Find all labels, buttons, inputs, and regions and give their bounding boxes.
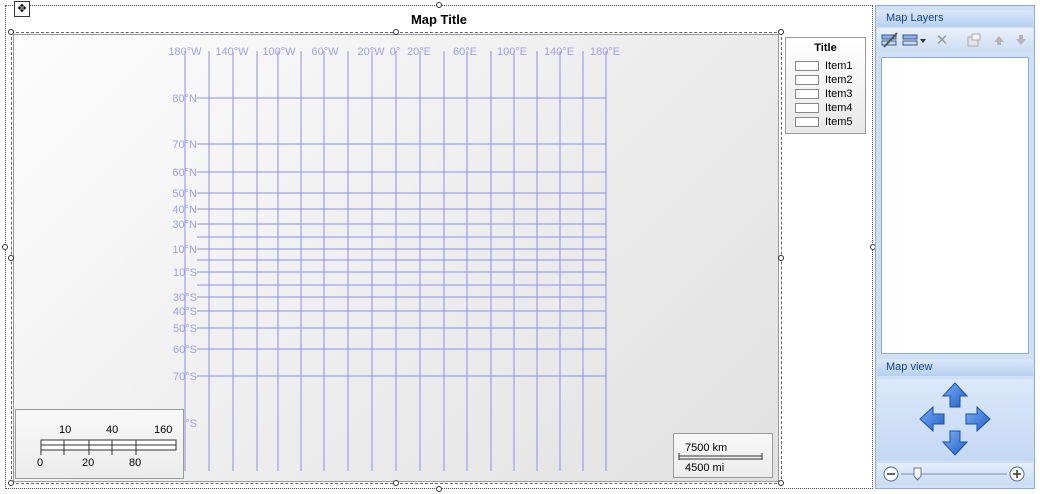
scale-text-box[interactable]: 7500 km 4500 mi [673, 433, 773, 478]
legend-item: Item3 [795, 88, 853, 100]
layer-settings-icon[interactable] [965, 31, 983, 49]
pan-arrows [919, 382, 991, 456]
legend-item: Item1 [795, 60, 853, 72]
resize-handle[interactable] [8, 29, 14, 35]
scale-bottom-label: 20 [82, 457, 95, 469]
zoom-slider-handle[interactable] [912, 466, 924, 482]
legend-item-label: Item5 [825, 116, 853, 128]
legend-item: Item4 [795, 102, 853, 114]
resize-handle[interactable] [393, 29, 399, 35]
resize-handle[interactable] [436, 2, 442, 8]
layer-list[interactable] [881, 57, 1029, 354]
legend-swatch [795, 89, 819, 99]
pan-right-arrow [965, 405, 991, 433]
scale-bottom-label: 0 [37, 457, 44, 469]
scale-bar[interactable]: 10 40 160 0 20 80 [15, 409, 184, 479]
layers-toolbar: ✕ [877, 28, 1033, 52]
legend-swatch [795, 61, 819, 71]
map-layers-header: Map Layers [877, 10, 1033, 27]
zoom-out-button[interactable] [883, 466, 899, 482]
legend-item-label: Item3 [825, 88, 853, 100]
legend-item: Item2 [795, 74, 853, 86]
legend-title: Title [814, 42, 837, 54]
legend-item-label: Item1 [825, 60, 853, 72]
map-layers-panel: Map Layers ✕ Map view [875, 5, 1035, 489]
legend-item-label: Item2 [825, 74, 853, 86]
move-up-icon[interactable] [992, 31, 1006, 49]
resize-handle[interactable] [393, 480, 399, 486]
resize-handle[interactable] [778, 255, 784, 261]
scale-bar-graphic [40, 439, 177, 455]
zoom-in-button[interactable] [1009, 466, 1025, 482]
scale-bottom-label: 80 [129, 457, 142, 469]
legend-swatch [795, 103, 819, 113]
pan-down-arrow [941, 430, 969, 456]
resize-handle[interactable] [2, 244, 8, 250]
scale-mi-text: 4500 mi [685, 462, 725, 474]
legend-swatch [795, 117, 819, 127]
add-layer-icon[interactable] [902, 31, 928, 49]
zoom-bar [877, 463, 1033, 485]
legend-item: Item5 [795, 116, 853, 128]
legend-box[interactable]: Title Item1 Item2 Item3 Item4 Item5 [785, 37, 866, 134]
resize-handle[interactable] [436, 486, 442, 492]
resize-handle[interactable] [8, 480, 14, 486]
move-down-icon[interactable] [1014, 31, 1028, 49]
map-title[interactable]: Map Title [0, 12, 878, 27]
resize-handle[interactable] [778, 480, 784, 486]
layout-canvas[interactable]: ✥ Map Title 180°W 140°W 100°W 60°W 20°W 0° 20°… [0, 0, 878, 494]
scale-top-label: 10 [59, 424, 72, 436]
scale-top-label: 160 [154, 424, 173, 436]
layer-properties-icon[interactable] [880, 31, 900, 49]
resize-handle[interactable] [778, 29, 784, 35]
map-view-nav [877, 379, 1033, 461]
map-view-header: Map view [877, 359, 1033, 376]
remove-layer-icon[interactable]: ✕ [933, 31, 951, 49]
scale-top-label: 40 [106, 424, 119, 436]
pan-left-arrow [919, 405, 945, 433]
pan-up-arrow [941, 382, 969, 408]
legend-item-label: Item4 [825, 102, 853, 114]
legend-swatch [795, 75, 819, 85]
resize-handle[interactable] [8, 255, 14, 261]
window-edge [1036, 0, 1040, 494]
